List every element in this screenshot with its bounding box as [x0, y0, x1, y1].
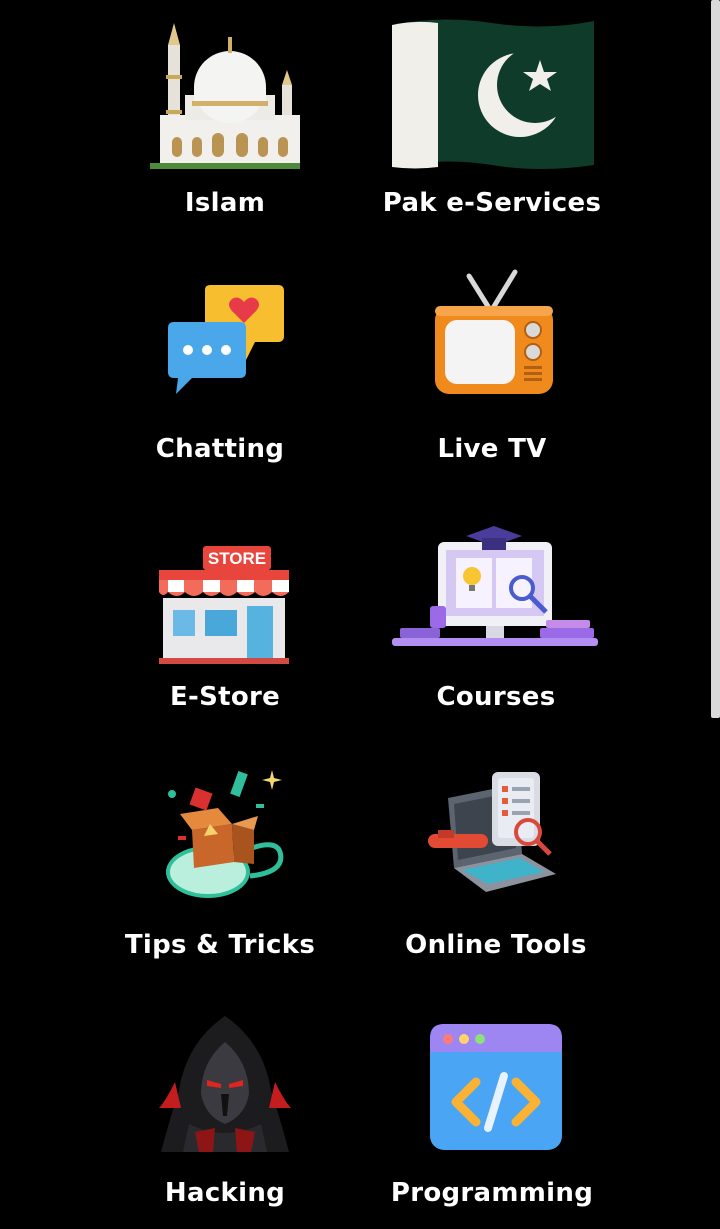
services-grid: Islam Pak e-Services Chatting Live TV ST… [0, 0, 720, 1229]
tile-label: Islam [184, 188, 266, 218]
tile-islam[interactable]: Islam [95, 10, 355, 240]
hacker-icon [95, 1002, 355, 1172]
code-window-icon [362, 1002, 622, 1172]
tile-tips-tricks[interactable]: Tips & Tricks [90, 754, 350, 984]
mosque-icon [95, 10, 355, 180]
tile-label: E-Store [169, 682, 281, 712]
tile-e-store[interactable]: STORE E-Store [95, 506, 355, 736]
pakistan-flag-icon [362, 10, 622, 180]
tile-chatting[interactable]: Chatting [90, 258, 350, 488]
tile-label: Hacking [164, 1178, 286, 1208]
tile-courses[interactable]: Courses [366, 506, 626, 736]
laptop-tools-icon [366, 754, 626, 924]
tile-label: Programming [390, 1178, 594, 1208]
tile-label: Chatting [155, 434, 285, 464]
tile-pak-e-services[interactable]: Pak e-Services [362, 10, 622, 240]
tile-hacking[interactable]: Hacking [95, 1002, 355, 1229]
store-sign-text: STORE [208, 549, 266, 568]
store-icon: STORE [95, 506, 355, 676]
tile-label: Courses [436, 682, 556, 712]
tile-programming[interactable]: Programming [362, 1002, 622, 1229]
chat-bubbles-icon [90, 258, 350, 428]
scrollbar[interactable] [711, 0, 720, 718]
tile-label: Pak e-Services [382, 188, 602, 218]
online-course-icon [366, 506, 626, 676]
tile-live-tv[interactable]: Live TV [362, 258, 622, 488]
tile-label: Tips & Tricks [124, 930, 316, 960]
tile-online-tools[interactable]: Online Tools [366, 754, 626, 984]
gift-box-icon [90, 754, 350, 924]
tile-label: Online Tools [405, 930, 587, 960]
tile-label: Live TV [437, 434, 547, 464]
retro-tv-icon [362, 258, 622, 428]
